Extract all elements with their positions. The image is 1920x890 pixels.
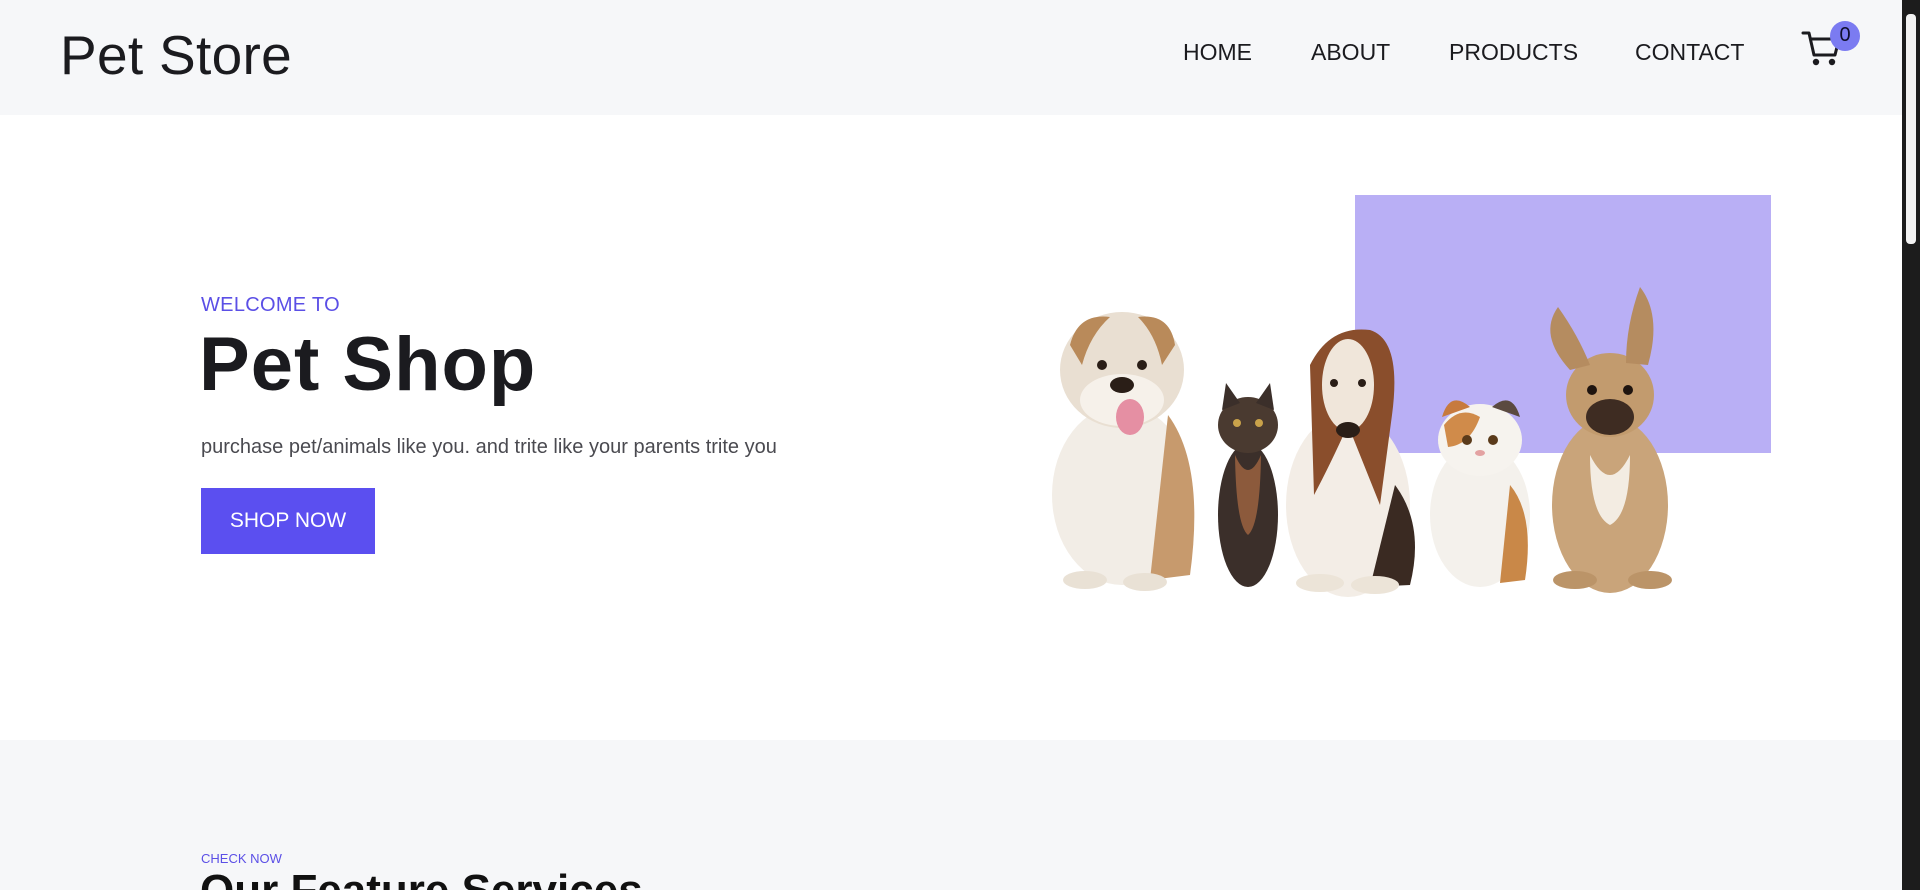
nav-about[interactable]: ABOUT xyxy=(1311,38,1390,66)
kitten-figure xyxy=(1218,383,1278,587)
persian-cat-figure xyxy=(1430,400,1530,587)
cart-button[interactable]: 0 xyxy=(1801,21,1860,73)
nav-contact[interactable]: CONTACT xyxy=(1635,38,1744,66)
nav-home[interactable]: HOME xyxy=(1183,38,1252,66)
shop-now-button[interactable]: SHOP NOW xyxy=(201,488,375,554)
features-title: Our Feature Services xyxy=(200,866,643,890)
site-header: Pet Store HOME ABOUT PRODUCTS CONTACT 0 xyxy=(0,0,1902,115)
bulldog-figure xyxy=(1052,312,1195,591)
basset-hound-figure xyxy=(1286,329,1415,597)
browser-viewport: Pet Store HOME ABOUT PRODUCTS CONTACT 0 … xyxy=(0,0,1920,890)
french-bulldog-figure xyxy=(1550,287,1672,593)
hero-section: WELCOME TO Pet Shop purchase pet/animals… xyxy=(0,115,1902,740)
hero-illustration xyxy=(1030,195,1771,615)
page: Pet Store HOME ABOUT PRODUCTS CONTACT 0 … xyxy=(0,0,1902,890)
page-scrollbar[interactable] xyxy=(1902,0,1920,890)
nav-products[interactable]: PRODUCTS xyxy=(1449,38,1578,66)
hero-subtitle: purchase pet/animals like you. and trite… xyxy=(201,436,777,458)
features-eyebrow: CHECK NOW xyxy=(201,851,282,866)
hero-eyebrow: WELCOME TO xyxy=(201,294,340,316)
cart-count-badge: 0 xyxy=(1830,21,1860,51)
features-section: CHECK NOW Our Feature Services xyxy=(0,740,1902,890)
pets-image xyxy=(1052,287,1672,597)
main-nav: HOME ABOUT PRODUCTS CONTACT xyxy=(0,38,1902,68)
hero-title: Pet Shop xyxy=(199,322,537,407)
scrollbar-thumb[interactable] xyxy=(1906,14,1916,244)
